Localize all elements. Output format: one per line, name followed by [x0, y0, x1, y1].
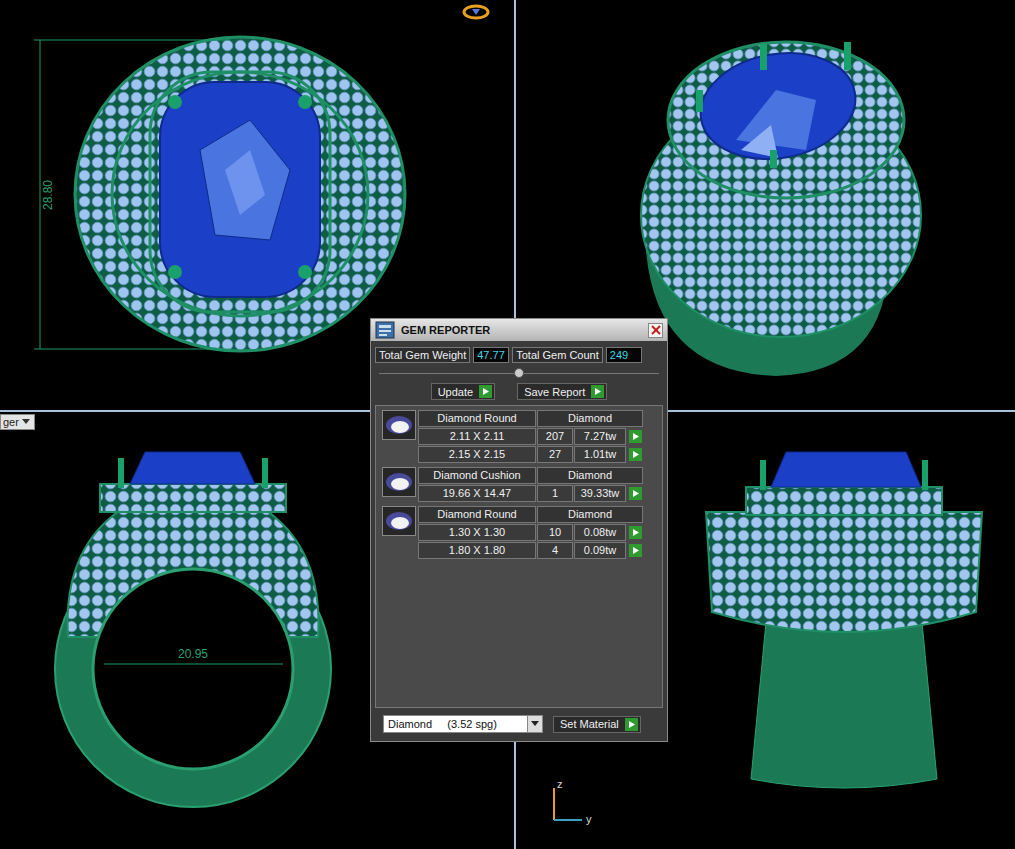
play-arrow-icon	[629, 526, 642, 539]
gem-icon	[384, 414, 414, 436]
report-button[interactable]: Update	[431, 383, 495, 400]
size-cell: 19.66 X 14.47	[418, 485, 536, 502]
select-row-button[interactable]	[627, 485, 643, 502]
gem-group: Diamond Round Diamond 2.11 X 2.11 207 7.…	[382, 410, 656, 463]
size-cell: 2.11 X 2.11	[418, 428, 536, 445]
gem-thumbnail[interactable]	[382, 467, 416, 497]
count-cell: 4	[537, 542, 573, 559]
splitter[interactable]	[375, 368, 663, 378]
weight-cell: 7.27tw	[574, 428, 626, 445]
totals-row: Total Gem Weight 47.77Total Gem Count 24…	[375, 347, 663, 363]
dropdown-arrow-icon	[22, 419, 30, 425]
button-label: Update	[438, 386, 473, 398]
count-cell: 10	[537, 524, 573, 541]
play-arrow-icon	[591, 385, 604, 398]
select-row-button[interactable]	[627, 446, 643, 463]
cad-workspace: 28.80 20.95 ger z y GEM REPORTER Total G…	[0, 0, 1015, 849]
total-value: 249	[606, 347, 642, 363]
shape-header: Diamond Round	[418, 506, 536, 523]
button-label: Set Material	[560, 718, 619, 730]
close-button[interactable]	[648, 323, 663, 338]
button-label: Save Report	[524, 386, 585, 398]
window-title: GEM REPORTER	[401, 324, 642, 336]
material-header: Diamond	[537, 506, 643, 523]
height-dimension: 28.80	[34, 40, 230, 349]
y-axis-label: y	[586, 813, 592, 825]
dropdown-arrow-icon	[531, 721, 539, 727]
gem-group: Diamond Cushion Diamond 19.66 X 14.47 1 …	[382, 467, 656, 502]
gem-group-table: Diamond Round Diamond 1.30 X 1.30 10 0.0…	[418, 506, 643, 559]
report-icon	[375, 321, 395, 339]
shape-header: Diamond Cushion	[418, 467, 536, 484]
size-cell: 1.80 X 1.80	[418, 542, 536, 559]
gem-group: Diamond Round Diamond 1.30 X 1.30 10 0.0…	[382, 506, 656, 559]
button-row: Update Save Report	[375, 383, 663, 400]
report-body: Total Gem Weight 47.77Total Gem Count 24…	[371, 341, 667, 741]
size-cell: 1.30 X 1.30	[418, 524, 536, 541]
total-value: 47.77	[473, 347, 509, 363]
play-arrow-icon	[479, 385, 492, 398]
weight-cell: 39.33tw	[574, 485, 626, 502]
play-arrow-icon	[629, 430, 642, 443]
axis-indicator: z y	[548, 780, 598, 830]
total-label: Total Gem Weight	[375, 347, 470, 363]
gem-group-table: Diamond Round Diamond 2.11 X 2.11 207 7.…	[418, 410, 643, 463]
weight-cell: 1.01tw	[574, 446, 626, 463]
splitter-knob[interactable]	[514, 368, 524, 378]
viewport-menu[interactable]: ger	[0, 414, 35, 430]
viewport-menu-label: ger	[3, 416, 19, 428]
size-cell: 2.15 X 2.15	[418, 446, 536, 463]
weight-cell: 0.09tw	[574, 542, 626, 559]
play-arrow-icon	[629, 544, 642, 557]
gem-icon	[384, 471, 414, 493]
material-header: Diamond	[537, 467, 643, 484]
material-header: Diamond	[537, 410, 643, 427]
svg-text:20.95: 20.95	[178, 647, 208, 661]
shape-header: Diamond Round	[418, 410, 536, 427]
select-row-button[interactable]	[627, 428, 643, 445]
report-button[interactable]: Save Report	[517, 383, 607, 400]
diameter-dimension: 20.95	[104, 647, 283, 664]
gem-thumbnail[interactable]	[382, 410, 416, 440]
select-arrow[interactable]	[527, 716, 542, 732]
gem-table: Diamond Round Diamond 2.11 X 2.11 207 7.…	[375, 405, 663, 708]
count-cell: 1	[537, 485, 573, 502]
gem-reporter-window[interactable]: GEM REPORTER Total Gem Weight 47.77Total…	[370, 318, 668, 742]
close-icon	[651, 325, 661, 335]
material-row: Diamond (3.52 spg) Set Material	[375, 713, 663, 735]
select-row-button[interactable]	[627, 542, 643, 559]
title-bar[interactable]: GEM REPORTER	[371, 319, 667, 341]
material-select-value: Diamond (3.52 spg)	[384, 718, 527, 730]
set-material-button[interactable]: Set Material	[553, 716, 641, 733]
count-cell: 27	[537, 446, 573, 463]
gem-icon	[384, 510, 414, 532]
gem-thumbnail[interactable]	[382, 506, 416, 536]
play-arrow-icon	[629, 487, 642, 500]
ring-icon[interactable]	[461, 2, 491, 22]
count-cell: 207	[537, 428, 573, 445]
weight-cell: 0.08tw	[574, 524, 626, 541]
play-arrow-icon	[629, 448, 642, 461]
material-select[interactable]: Diamond (3.52 spg)	[383, 715, 543, 733]
gem-group-table: Diamond Cushion Diamond 19.66 X 14.47 1 …	[418, 467, 643, 502]
play-arrow-icon	[625, 718, 638, 731]
svg-text:28.80: 28.80	[41, 180, 55, 210]
z-axis-label: z	[557, 778, 563, 790]
select-row-button[interactable]	[627, 524, 643, 541]
total-label: Total Gem Count	[512, 347, 603, 363]
